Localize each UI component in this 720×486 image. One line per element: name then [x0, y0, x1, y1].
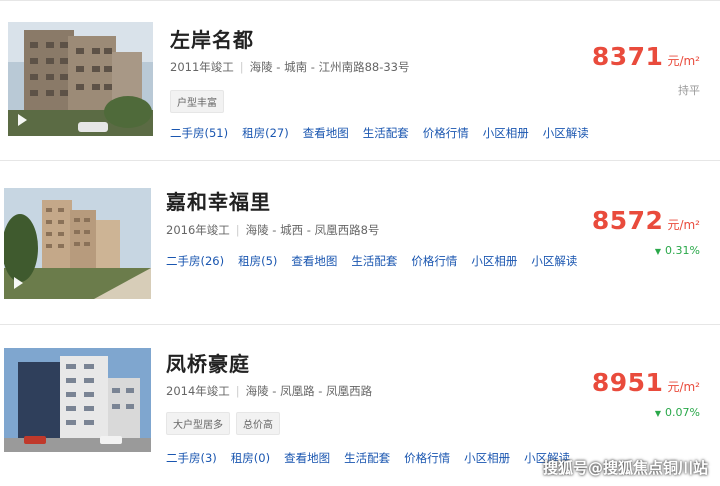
link-photo-album[interactable]: 小区相册: [464, 450, 510, 466]
price-trend: ▼ 0.07%: [655, 406, 700, 419]
card-divider: [0, 160, 720, 161]
link-rent[interactable]: 租房(0): [231, 450, 270, 466]
link-amenities[interactable]: 生活配套: [363, 125, 409, 141]
link-map[interactable]: 查看地图: [303, 125, 349, 141]
listing-card[interactable]: 左岸名都 2011年竣工 | 海陵 - 城南 - 江州南路88-33号 户型丰富 二…: [0, 4, 720, 158]
trend-up-icon: ▼: [654, 247, 662, 256]
listing-location: 海陵 - 城西 - 凤凰西路8号: [245, 223, 380, 237]
listing-name[interactable]: 嘉和幸福里: [166, 186, 271, 215]
price-value: 8572: [591, 206, 664, 235]
trend-text: 持平: [678, 84, 700, 97]
link-photo-album[interactable]: 小区相册: [471, 253, 517, 269]
link-photo-album[interactable]: 小区相册: [483, 125, 529, 141]
listing-photo[interactable]: [4, 188, 151, 299]
link-price-trend[interactable]: 价格行情: [404, 450, 450, 466]
listing-links: 二手房(51) 租房(27) 查看地图 生活配套 价格行情 小区相册 小区解读: [170, 122, 603, 141]
price-trend: 持平: [678, 82, 700, 98]
price-block: 8951 元/m²: [592, 368, 700, 397]
link-map[interactable]: 查看地图: [284, 450, 330, 466]
link-amenities[interactable]: 生活配套: [351, 253, 397, 269]
link-price-trend[interactable]: 价格行情: [411, 253, 457, 269]
link-map[interactable]: 查看地图: [291, 253, 337, 269]
price-unit: 元/m²: [667, 54, 700, 68]
price-block: 8371 元/m²: [592, 42, 700, 71]
card-divider: [0, 324, 720, 325]
price-unit: 元/m²: [667, 380, 700, 394]
link-rent[interactable]: 租房(27): [242, 125, 289, 141]
price-trend: ▼ 0.31%: [655, 244, 700, 257]
listing-tag: 大户型居多: [166, 412, 230, 435]
tag-list: 户型丰富: [170, 90, 230, 113]
price-value: 8951: [591, 368, 664, 397]
watermark: 搜狐号@搜狐焦点铜川站: [542, 459, 708, 477]
listing-location: 海陵 - 城南 - 江州南路88-33号: [249, 60, 410, 74]
listing-card[interactable]: 嘉和幸福里 2016年竣工 | 海陵 - 城西 - 凤凰西路8号 二手房(26) 租房…: [0, 166, 720, 322]
listing-meta: 2011年竣工 | 海陵 - 城南 - 江州南路88-33号: [170, 60, 410, 74]
price-unit: 元/m²: [667, 218, 700, 232]
link-analysis[interactable]: 小区解读: [531, 253, 577, 269]
listing-tag: 户型丰富: [170, 90, 224, 113]
video-play-icon[interactable]: [14, 277, 23, 289]
listing-meta: 2016年竣工 | 海陵 - 城西 - 凤凰西路8号: [166, 223, 380, 237]
listing-photo[interactable]: [4, 348, 151, 452]
listing-links: 二手房(26) 租房(5) 查看地图 生活配套 价格行情 小区相册 小区解读: [166, 250, 591, 269]
link-second-hand[interactable]: 二手房(51): [170, 125, 228, 141]
listing-location: 海陵 - 凤凰路 - 凤凰西路: [245, 384, 373, 398]
listing-name[interactable]: 凤桥豪庭: [166, 348, 250, 377]
listing-name[interactable]: 左岸名都: [170, 24, 254, 53]
listing-meta: 2014年竣工 | 海陵 - 凤凰路 - 凤凰西路: [166, 384, 373, 398]
video-play-icon[interactable]: [18, 114, 27, 126]
listing-photo[interactable]: [8, 22, 153, 136]
link-amenities[interactable]: 生活配套: [344, 450, 390, 466]
card-divider: [0, 0, 720, 1]
price-block: 8572 元/m²: [592, 206, 700, 235]
trend-text: 0.31%: [665, 244, 700, 257]
build-year: 2014年竣工: [166, 384, 230, 398]
link-second-hand[interactable]: 二手房(26): [166, 253, 224, 269]
build-year: 2011年竣工: [170, 60, 234, 74]
trend-up-icon: ▼: [654, 409, 662, 418]
link-analysis[interactable]: 小区解读: [543, 125, 589, 141]
tag-list: 大户型居多 总价高: [166, 412, 286, 435]
link-price-trend[interactable]: 价格行情: [423, 125, 469, 141]
link-second-hand[interactable]: 二手房(3): [166, 450, 217, 466]
listing-links: 二手房(3) 租房(0) 查看地图 生活配套 价格行情 小区相册 小区解读: [166, 447, 584, 466]
price-value: 8371: [591, 42, 664, 71]
listing-tag: 总价高: [236, 412, 280, 435]
build-year: 2016年竣工: [166, 223, 230, 237]
trend-text: 0.07%: [665, 406, 700, 419]
link-rent[interactable]: 租房(5): [238, 253, 277, 269]
